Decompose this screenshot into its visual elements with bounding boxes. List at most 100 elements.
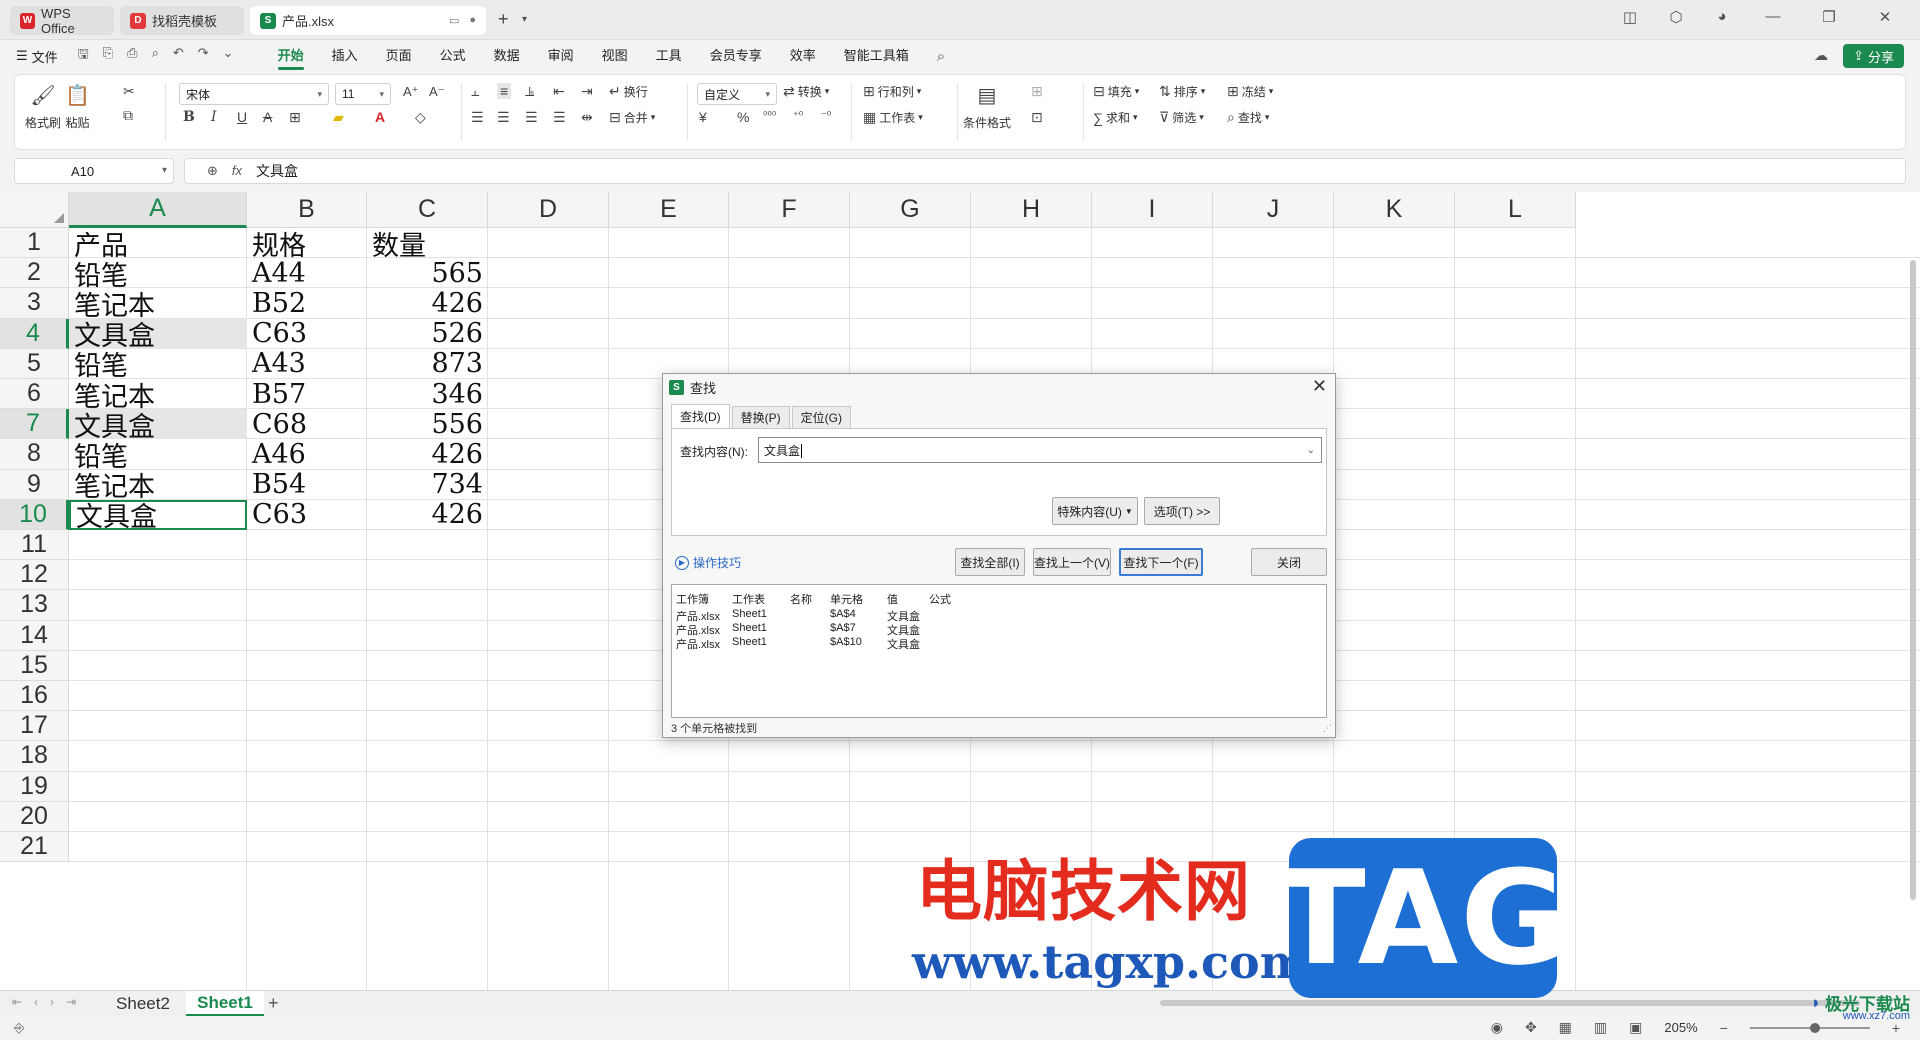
font-color-icon[interactable]: A [375, 109, 385, 125]
undo-icon[interactable]: ↶ [173, 45, 184, 67]
results-column-header[interactable]: 单元格 [830, 591, 863, 607]
menu-item[interactable]: 数据 [480, 40, 534, 72]
first-sheet-icon[interactable]: ⇤ [12, 995, 22, 1009]
cut-icon[interactable]: ✂ [123, 83, 135, 100]
table-cell[interactable]: 565 [367, 258, 488, 288]
row-header[interactable]: 14 [0, 620, 69, 651]
table-cell[interactable]: 文具盒 [69, 409, 247, 440]
justify-icon[interactable]: ☰ [553, 109, 566, 126]
row-header[interactable]: 7 [0, 409, 69, 440]
row-header[interactable]: 11 [0, 530, 69, 561]
row-header[interactable]: 18 [0, 741, 69, 772]
sort-button[interactable]: ⇅ 排序 ▾ [1159, 83, 1205, 100]
print-icon[interactable]: ⎙ [127, 45, 137, 67]
tab-replace[interactable]: 替换(P) [731, 406, 790, 428]
strikethrough-icon[interactable]: A [263, 109, 272, 125]
table-cell[interactable]: 铅笔 [69, 349, 247, 379]
column-header[interactable]: K [1334, 192, 1455, 228]
conditional-format-button[interactable]: ▤ 条件格式 [963, 83, 1011, 131]
menu-item[interactable]: 视图 [588, 40, 642, 72]
table-cell[interactable]: 规格 [247, 228, 367, 259]
macro-icon[interactable]: ⎆ [14, 1020, 24, 1036]
convert-button[interactable]: ⇄ 转换 ▾ [783, 83, 829, 100]
formula-input[interactable]: ⊕ fx 文具盒 [184, 158, 1906, 184]
table-cell[interactable]: 笔记本 [69, 379, 247, 410]
results-list[interactable]: 工作簿 工作表 名称 单元格值公式 产品.xlsx Sheet1 $A$4 文具盒 产品.xls… [671, 584, 1327, 718]
table-cell[interactable]: 数量 [367, 228, 488, 259]
table-cell[interactable]: 426 [367, 288, 488, 318]
sum-button[interactable]: ∑ 求和 ▾ [1093, 109, 1138, 126]
restore-icon[interactable]: ❐ [1814, 8, 1844, 26]
border-icon[interactable]: ⊞ [289, 109, 301, 126]
decrease-decimal-icon[interactable]: ⁻⁰ [821, 109, 831, 122]
normal-view-icon[interactable]: ▦ [1559, 1019, 1572, 1036]
zoom-level[interactable]: 205% [1664, 1020, 1697, 1035]
rows-cols-button[interactable]: ⊞ 行和列 ▾ [863, 83, 921, 100]
horizontal-scrollbar[interactable] [1150, 997, 1910, 1009]
menu-item[interactable]: 审阅 [534, 40, 588, 72]
close-icon[interactable]: ✕ [1870, 8, 1900, 26]
column-header[interactable]: G [850, 192, 971, 228]
menu-item[interactable]: 开始 [264, 40, 318, 72]
new-tab-icon[interactable]: + [498, 9, 509, 30]
results-column-header[interactable]: 工作簿 [676, 591, 709, 607]
worksheet-button[interactable]: ▦ 工作表 ▾ [863, 109, 923, 126]
eye-icon[interactable]: ◉ [1491, 1019, 1503, 1036]
scroll-thumb[interactable] [1160, 1000, 1860, 1006]
table-cell[interactable]: 笔记本 [69, 288, 247, 319]
sheet-tab-sheet1[interactable]: Sheet1 [186, 991, 264, 1016]
cell-border-icon[interactable]: ⊡ [1031, 109, 1043, 126]
tips-link[interactable]: ▶ 操作技巧 [675, 554, 741, 571]
table-cell[interactable]: 556 [367, 409, 488, 439]
table-cell[interactable]: 526 [367, 319, 488, 349]
redo-icon[interactable]: ↷ [198, 45, 209, 67]
special-content-button[interactable]: 特殊内容(U) ▼ [1052, 497, 1138, 525]
table-cell[interactable]: C63 [247, 500, 367, 530]
options-button[interactable]: 选项(T) >> [1144, 497, 1220, 525]
results-column-header[interactable]: 值 [887, 591, 898, 607]
table-cell[interactable]: A44 [247, 258, 367, 288]
search-icon[interactable]: ⌕ [937, 48, 945, 65]
row-header[interactable]: 3 [0, 288, 69, 319]
close-icon[interactable]: ✕ [1312, 376, 1327, 397]
increase-decimal-icon[interactable]: ⁺⁰ [793, 109, 803, 122]
row-header[interactable]: 2 [0, 258, 69, 289]
percent-icon[interactable]: % [737, 109, 749, 125]
table-cell[interactable]: 文具盒 [69, 499, 247, 530]
table-cell[interactable]: 873 [367, 349, 488, 379]
table-cell[interactable]: 426 [367, 439, 488, 469]
table-cell[interactable]: A46 [247, 439, 367, 469]
column-header[interactable]: B [247, 192, 367, 228]
table-cell[interactable]: 734 [367, 470, 488, 500]
zoom-out-icon[interactable]: − [1720, 1020, 1728, 1036]
increase-font-icon[interactable]: A⁺ [403, 84, 419, 100]
wrap-button[interactable]: ↵ 换行 [609, 83, 648, 100]
add-sheet-icon[interactable]: + [268, 993, 279, 1014]
chevron-down-icon[interactable]: ⌄ [1307, 445, 1315, 456]
indent-increase-icon[interactable]: ⇥ [581, 83, 593, 100]
table-cell[interactable]: B52 [247, 288, 367, 318]
align-right-icon[interactable]: ☰ [525, 109, 538, 126]
cloud-icon[interactable]: ☁ [1814, 47, 1828, 64]
tab-wps-office[interactable]: W WPS Office [10, 6, 114, 36]
results-column-header[interactable]: 名称 [790, 591, 812, 607]
scroll-thumb[interactable] [1910, 260, 1916, 900]
tab-goto[interactable]: 定位(G) [791, 406, 851, 428]
page-view-icon[interactable]: ▥ [1594, 1019, 1607, 1036]
vertical-scrollbar[interactable] [1908, 230, 1918, 930]
align-center-icon[interactable]: ☰ [497, 109, 510, 126]
row-header[interactable]: 9 [0, 469, 69, 500]
tab-list-chevron-icon[interactable]: ▾ [522, 14, 527, 25]
last-sheet-icon[interactable]: ⇥ [66, 995, 76, 1009]
cell-style-icon[interactable]: ⊞ [1031, 83, 1043, 100]
row-header[interactable]: 6 [0, 379, 69, 410]
row-header[interactable]: 21 [0, 832, 69, 863]
page-break-icon[interactable]: ▣ [1629, 1019, 1642, 1036]
number-format-select[interactable]: 自定义 ▾ [697, 83, 777, 105]
table-cell[interactable]: 产品 [69, 228, 247, 259]
filter-button[interactable]: ⊽ 筛选 ▾ [1159, 109, 1204, 126]
merge-button[interactable]: ⊟ 合并 ▾ [609, 109, 655, 126]
dialog-title-bar[interactable]: S 查找 ✕ [663, 374, 1335, 400]
export-icon[interactable]: ⎘ [103, 45, 113, 67]
pan-icon[interactable]: ✥ [1525, 1019, 1537, 1036]
